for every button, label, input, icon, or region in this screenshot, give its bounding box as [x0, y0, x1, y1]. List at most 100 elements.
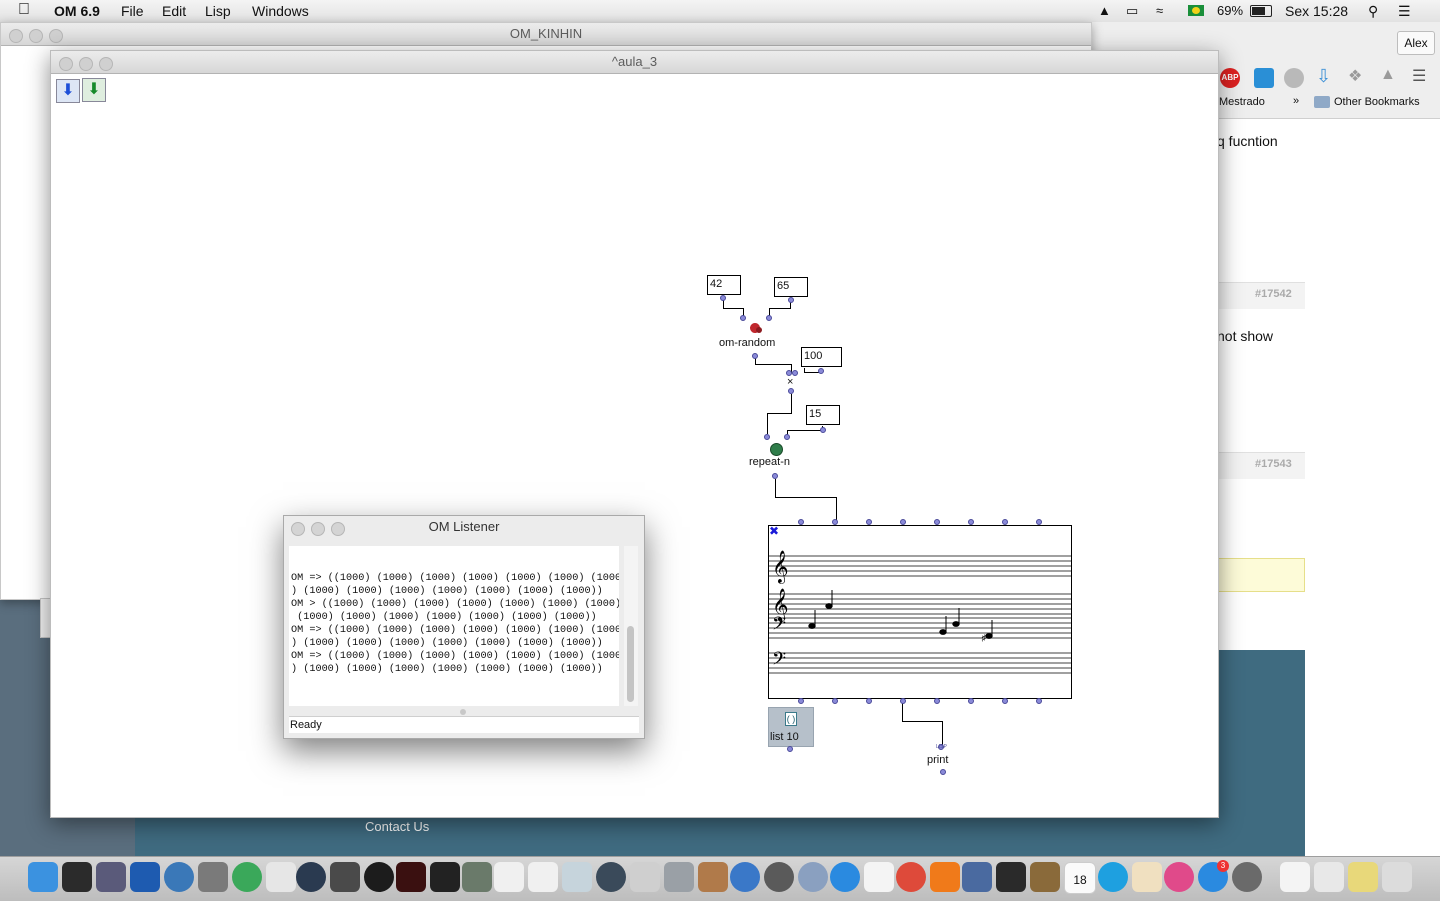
app-icon-30[interactable]	[996, 862, 1026, 892]
output-arrow-icon[interactable]: ⬇	[82, 78, 106, 102]
outlet-dot[interactable]	[820, 427, 826, 433]
outlet-dot[interactable]	[788, 297, 794, 303]
dropbox-icon[interactable]: ❖	[1348, 66, 1362, 86]
number-box-65[interactable]: 65	[774, 277, 808, 297]
bookmark-other[interactable]: Other Bookmarks	[1334, 96, 1420, 108]
kinhin-titlebar[interactable]: OM_KINHIN	[1, 23, 1091, 46]
outlet-dot[interactable]	[940, 769, 946, 775]
app-icon-18[interactable]	[596, 862, 626, 892]
outlet-dot[interactable]	[1036, 698, 1042, 704]
app-icon-23[interactable]	[764, 862, 794, 892]
drive-ext-icon[interactable]: ▲	[1380, 66, 1396, 84]
close-button[interactable]	[59, 57, 73, 71]
outlet-dot[interactable]	[772, 473, 778, 479]
airplay-icon[interactable]: ▭	[1126, 3, 1138, 19]
listener-scrollbar-thumb[interactable]	[627, 626, 634, 702]
input-arrow-icon[interactable]: ⬇	[56, 79, 80, 103]
zoom-button[interactable]	[99, 57, 113, 71]
app-icon-19[interactable]	[630, 862, 660, 892]
app-icon-20[interactable]	[664, 862, 694, 892]
inlet-dot[interactable]	[900, 519, 906, 525]
listener-scrollbar-track[interactable]	[624, 546, 638, 706]
menu-lisp[interactable]: Lisp	[205, 3, 231, 19]
bookmark-mestrado[interactable]: Mestrado	[1219, 96, 1265, 108]
minimize-button[interactable]	[311, 522, 325, 536]
inlet-dot[interactable]	[968, 519, 974, 525]
app-icon-29[interactable]	[962, 862, 992, 892]
chrome-icon[interactable]	[896, 862, 926, 892]
outlet-dot[interactable]	[787, 746, 793, 752]
patch-titlebar[interactable]: ^aula_3	[51, 51, 1218, 74]
listener-output[interactable]: OM => ((1000) (1000) (1000) (1000) (1000…	[289, 546, 619, 706]
app-icon-11[interactable]	[364, 862, 394, 892]
close-button[interactable]	[9, 29, 23, 43]
extension-icon[interactable]	[1254, 68, 1274, 88]
notification-center-icon[interactable]: ☰	[1398, 3, 1411, 20]
outlet-dot[interactable]	[720, 295, 726, 301]
piano-app-icon[interactable]	[62, 862, 92, 892]
minimize-button[interactable]	[29, 29, 43, 43]
outlet-dot[interactable]	[934, 698, 940, 704]
trash-icon[interactable]	[1382, 862, 1412, 892]
multiply-icon[interactable]: ×	[787, 376, 793, 388]
profile-button[interactable]: Alex	[1397, 31, 1435, 55]
pd-extended-icon[interactable]	[528, 862, 558, 892]
inlet-dot[interactable]	[1036, 519, 1042, 525]
app-icon-7[interactable]	[232, 862, 262, 892]
adblock-icon[interactable]: ABP	[1220, 68, 1240, 88]
outlet-dot[interactable]	[900, 698, 906, 704]
downloads-icon[interactable]	[1314, 862, 1344, 892]
outlet-dot[interactable]	[1002, 698, 1008, 704]
sox-icon[interactable]	[164, 862, 194, 892]
outlet-dot[interactable]	[752, 353, 758, 359]
footer-contact-link[interactable]: Contact Us	[365, 819, 429, 834]
app-icon-14[interactable]	[462, 862, 492, 892]
drive-icon[interactable]: ▲	[1098, 3, 1111, 18]
itunes-icon[interactable]	[1164, 862, 1194, 892]
sibelius-icon[interactable]	[130, 862, 160, 892]
repeat-n-icon[interactable]	[770, 443, 783, 456]
safari-icon[interactable]	[830, 862, 860, 892]
close-button[interactable]	[291, 522, 305, 536]
musescore-icon[interactable]	[266, 862, 296, 892]
inlet-dot[interactable]	[764, 434, 770, 440]
number-box-42[interactable]: 42	[707, 275, 741, 295]
zoom-button[interactable]	[331, 522, 345, 536]
calendar-icon[interactable]: 18	[1064, 862, 1096, 894]
zoom-button[interactable]	[49, 29, 63, 43]
outlet-dot[interactable]	[818, 368, 824, 374]
number-box-15[interactable]: 15	[806, 405, 840, 425]
menu-app-name[interactable]: OM 6.9	[54, 3, 100, 19]
inlet-dot[interactable]	[1002, 519, 1008, 525]
app-icon-9[interactable]	[296, 862, 326, 892]
film-reel-icon[interactable]	[1284, 68, 1304, 88]
bookmark-overflow[interactable]: »	[1293, 95, 1299, 107]
vlc-icon[interactable]	[930, 862, 960, 892]
outlet-dot[interactable]	[798, 698, 804, 704]
document-icon[interactable]	[1280, 862, 1310, 892]
post-id-2[interactable]: #17543	[1255, 458, 1292, 470]
battery-percent[interactable]: 69%	[1217, 3, 1243, 18]
spotlight-icon[interactable]: ⚲	[1368, 3, 1378, 20]
download-icon[interactable]: ⇩	[1316, 66, 1331, 87]
mixer-app-icon[interactable]	[96, 862, 126, 892]
app-icon-13[interactable]	[430, 862, 460, 892]
inlet-dot[interactable]	[798, 519, 804, 525]
listener-titlebar[interactable]: OM Listener	[284, 516, 644, 538]
launchpad-icon[interactable]	[798, 862, 828, 892]
outlet-dot[interactable]	[866, 698, 872, 704]
inlet-dot[interactable]	[934, 519, 940, 525]
minimize-button[interactable]	[79, 57, 93, 71]
app-icon-10[interactable]	[330, 862, 360, 892]
outlet-dot[interactable]	[788, 388, 794, 394]
inlet-dot[interactable]	[784, 434, 790, 440]
post-id-1[interactable]: #17542	[1255, 288, 1292, 300]
apps-grid-icon[interactable]	[864, 862, 894, 892]
score-editor-box[interactable]: ✖ 𝄞 𝄞 𝄢 𝄢 ♯	[768, 525, 1072, 699]
inlet-dot[interactable]	[832, 519, 838, 525]
app-icon-34[interactable]	[1132, 862, 1162, 892]
system-preferences-icon[interactable]	[1232, 862, 1262, 892]
outlet-dot[interactable]	[968, 698, 974, 704]
rx-icon[interactable]	[396, 862, 426, 892]
browser-menu-icon[interactable]: ☰	[1412, 66, 1426, 86]
